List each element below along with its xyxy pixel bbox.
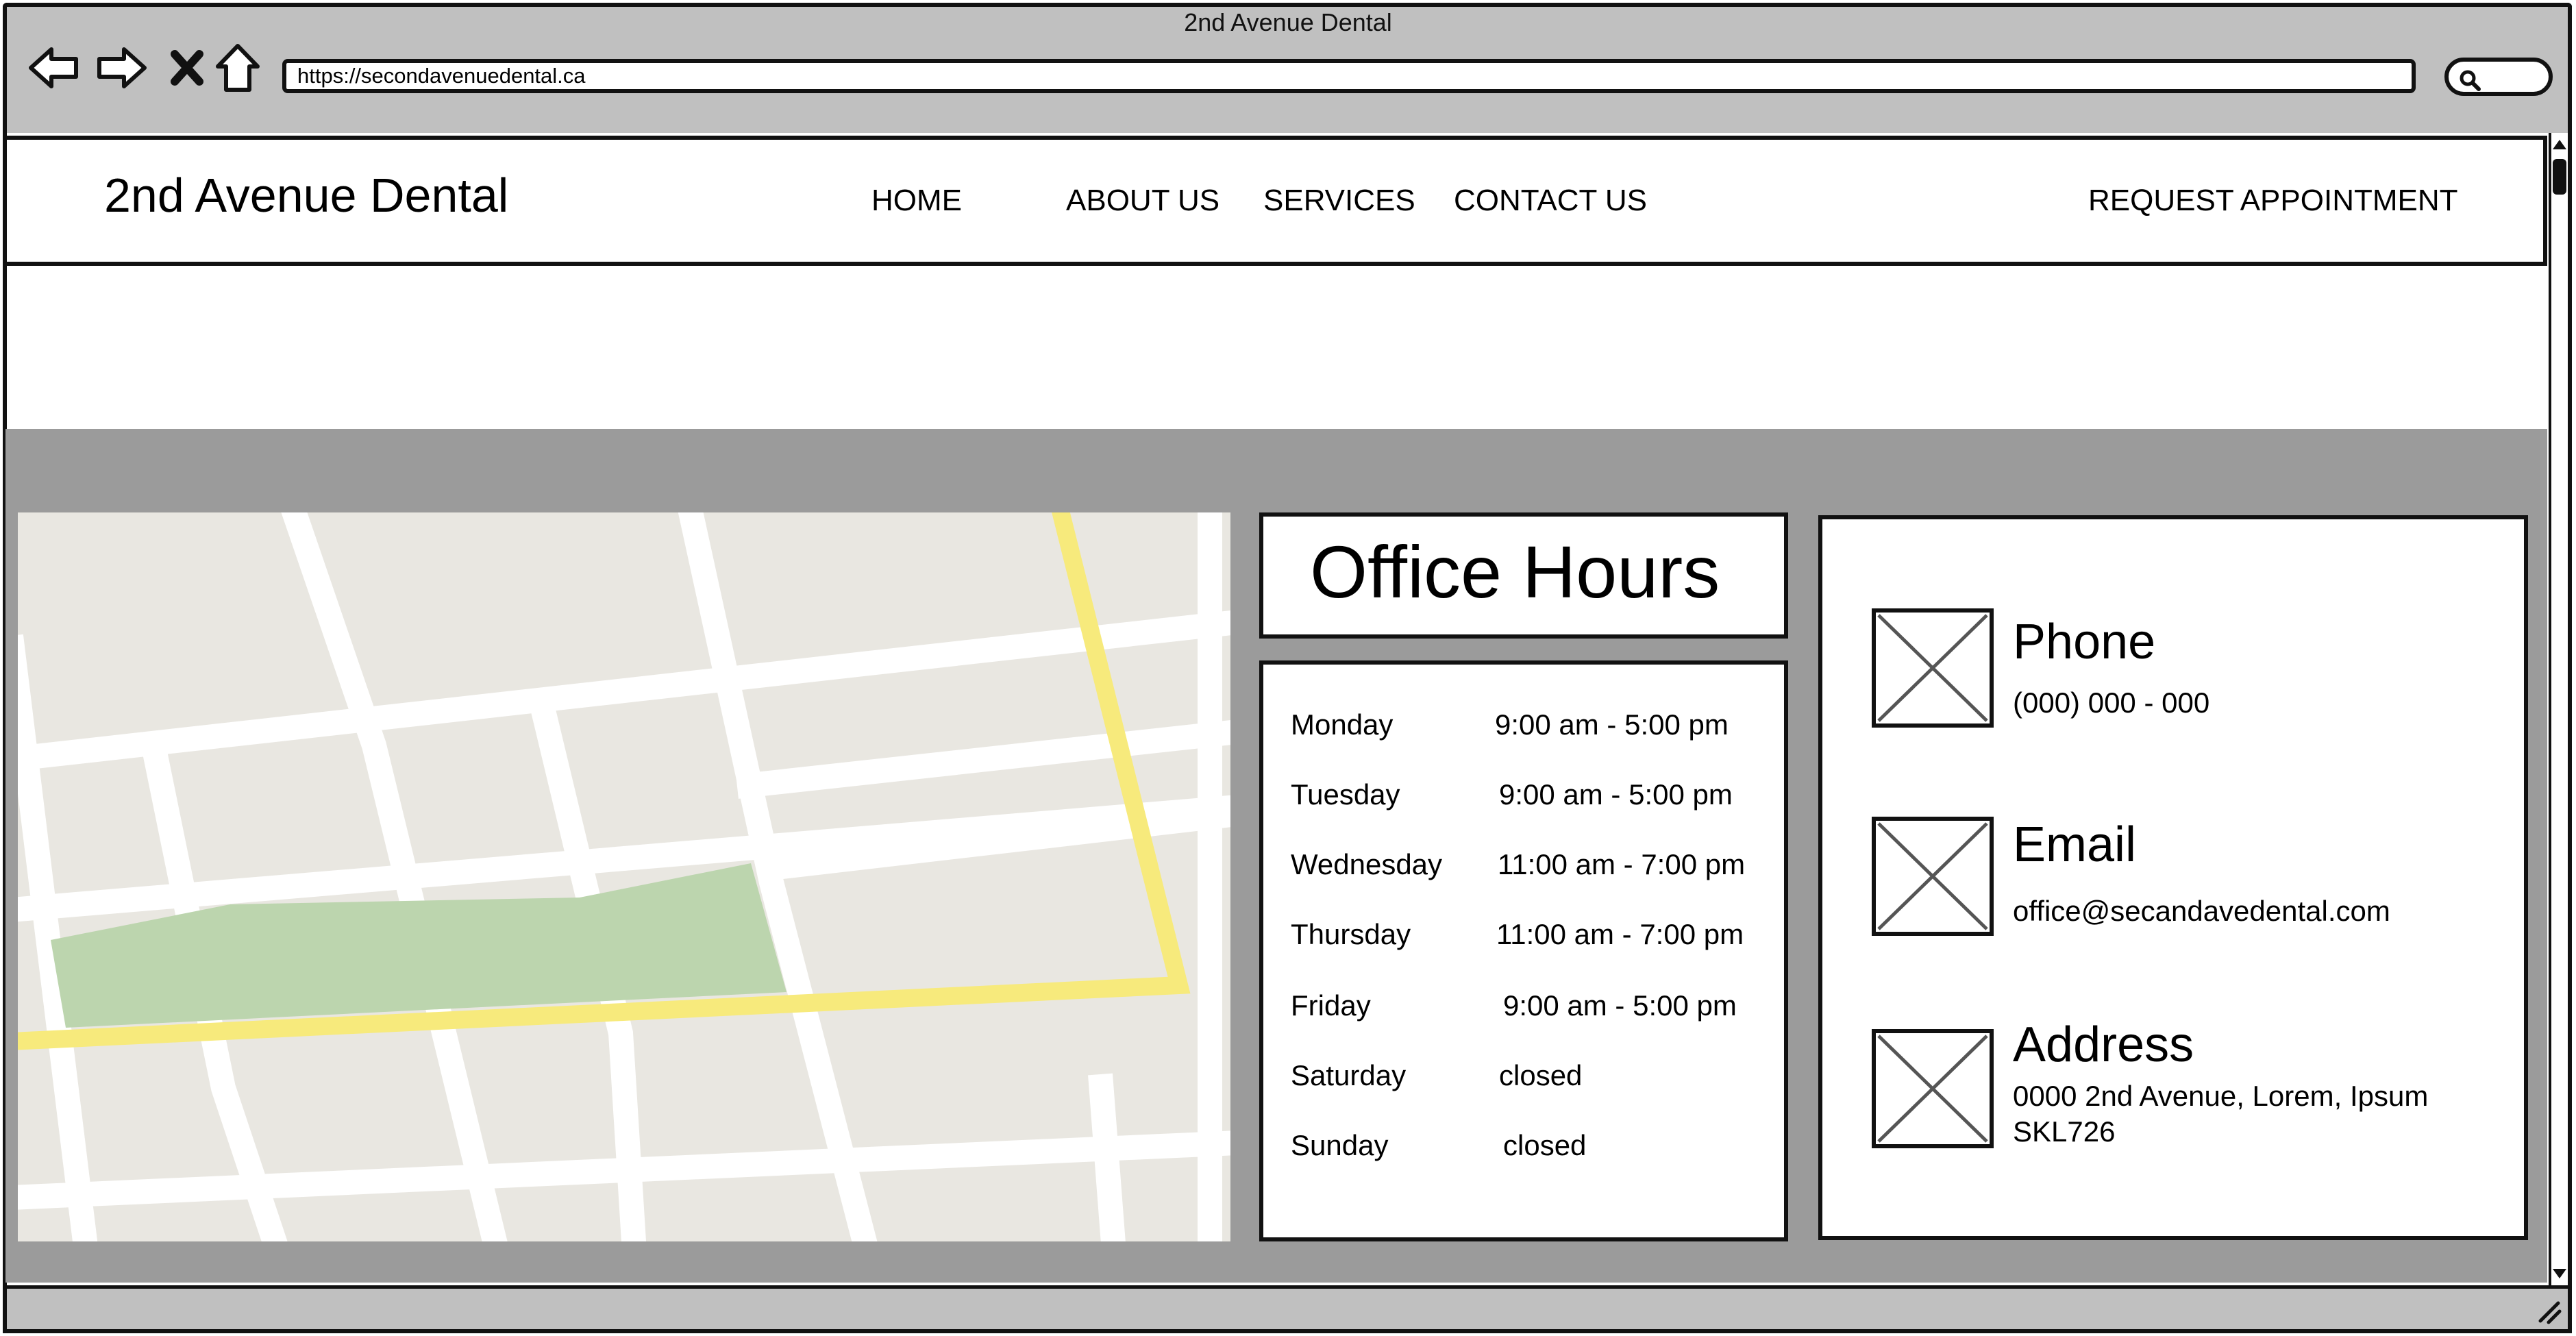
hours-time-wednesday: 11:00 am - 7:00 pm bbox=[1498, 848, 1746, 880]
scrollbar-thumb[interactable] bbox=[2553, 159, 2566, 195]
email-value[interactable]: office@secandavedental.com bbox=[2013, 895, 2390, 928]
scroll-up-arrow-icon[interactable] bbox=[2550, 136, 2569, 153]
hours-time-thursday: 11:00 am - 7:00 pm bbox=[1496, 918, 1744, 950]
scroll-down-arrow-icon[interactable] bbox=[2550, 1265, 2569, 1283]
email-image-placeholder bbox=[1872, 817, 1994, 936]
hours-time-monday: 9:00 am - 5:00 pm bbox=[1495, 708, 1729, 741]
hours-day-wednesday: Wednesday bbox=[1291, 848, 1443, 880]
address-title: Address bbox=[2013, 1017, 2194, 1072]
browser-status-bar bbox=[3, 1285, 2572, 1333]
vertical-scrollbar[interactable] bbox=[2549, 133, 2572, 1285]
address-image-placeholder bbox=[1872, 1029, 1994, 1148]
phone-value[interactable]: (000) 000 - 000 bbox=[2013, 686, 2209, 719]
brand-logo-text[interactable]: 2nd Avenue Dental bbox=[104, 168, 508, 223]
hours-day-saturday: Saturday bbox=[1291, 1059, 1407, 1091]
search-icon bbox=[2460, 70, 2481, 91]
hours-day-tuesday: Tuesday bbox=[1291, 778, 1400, 811]
hours-day-sunday: Sunday bbox=[1291, 1129, 1389, 1161]
hours-time-friday: 9:00 am - 5:00 pm bbox=[1503, 989, 1737, 1022]
nav-about-us[interactable]: ABOUT US bbox=[1066, 184, 1219, 218]
hours-day-monday: Monday bbox=[1291, 708, 1394, 741]
request-appointment-link[interactable]: REQUEST APPOINTMENT bbox=[2088, 184, 2458, 218]
address-line1: 0000 2nd Avenue, Lorem, Ipsum bbox=[2013, 1080, 2429, 1112]
hours-time-tuesday: 9:00 am - 5:00 pm bbox=[1499, 778, 1733, 811]
email-title: Email bbox=[2013, 817, 2137, 872]
office-hours-title: Office Hours bbox=[1310, 530, 1720, 613]
browser-search-box[interactable] bbox=[2444, 58, 2553, 96]
nav-home[interactable]: HOME bbox=[871, 184, 962, 218]
back-arrow-icon[interactable] bbox=[25, 38, 84, 97]
phone-title: Phone bbox=[2013, 615, 2156, 669]
hours-day-friday: Friday bbox=[1291, 989, 1371, 1022]
window-title: 2nd Avenue Dental bbox=[1184, 8, 1392, 36]
location-map[interactable] bbox=[18, 512, 1230, 1241]
nav-services[interactable]: SERVICES bbox=[1263, 184, 1415, 218]
address-line2: SKL726 bbox=[2013, 1115, 2116, 1148]
nav-contact-us[interactable]: CONTACT US bbox=[1454, 184, 1647, 218]
phone-image-placeholder bbox=[1872, 608, 1994, 728]
home-icon[interactable] bbox=[208, 38, 267, 97]
hours-day-thursday: Thursday bbox=[1291, 918, 1411, 950]
hours-time-sunday: closed bbox=[1503, 1129, 1587, 1161]
forward-arrow-icon[interactable] bbox=[92, 38, 151, 97]
hours-time-saturday: closed bbox=[1499, 1059, 1583, 1091]
url-bar[interactable]: https://secondavenuedental.ca bbox=[282, 59, 2416, 93]
browser-window: 2nd Avenue Dental https://secondavenuede… bbox=[0, 0, 2576, 1336]
resize-grip-icon[interactable] bbox=[2535, 1298, 2562, 1325]
